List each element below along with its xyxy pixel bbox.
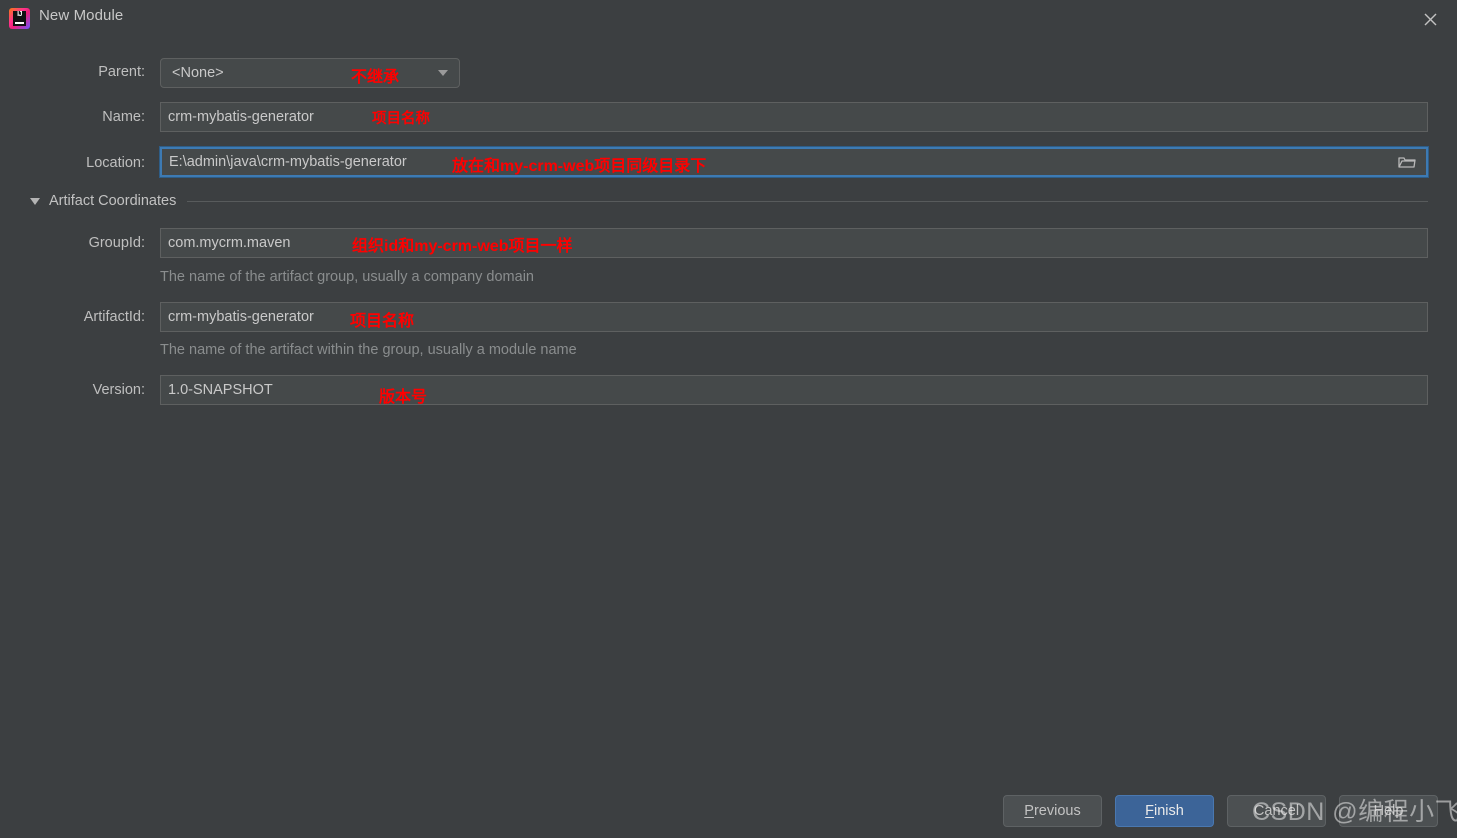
- title-bar: IJ New Module: [0, 0, 1457, 36]
- groupid-label: GroupId:: [88, 235, 145, 251]
- previous-button-label: Previous: [1024, 803, 1081, 819]
- parent-dropdown[interactable]: <None>: [160, 58, 460, 88]
- artifact-coordinates-section[interactable]: Artifact Coordinates: [30, 193, 1428, 209]
- window-title: New Module: [39, 7, 124, 24]
- cancel-button-label: Cancel: [1253, 803, 1300, 819]
- location-label: Location:: [86, 155, 145, 171]
- artifactid-input[interactable]: crm-mybatis-generator: [160, 302, 1428, 332]
- folder-icon[interactable]: [1398, 155, 1416, 169]
- location-value: E:\admin\java\crm-mybatis-generator: [169, 154, 407, 170]
- intellij-idea-icon: IJ: [9, 8, 30, 29]
- finish-button[interactable]: Finish: [1115, 795, 1214, 827]
- location-input[interactable]: E:\admin\java\crm-mybatis-generator: [159, 146, 1429, 178]
- chevron-down-icon: [438, 70, 448, 76]
- cancel-button[interactable]: Cancel: [1227, 795, 1326, 827]
- artifactid-hint: The name of the artifact within the grou…: [160, 342, 577, 358]
- version-label: Version:: [92, 382, 145, 398]
- parent-label: Parent:: [98, 64, 145, 80]
- name-label: Name:: [102, 109, 145, 125]
- close-icon[interactable]: [1419, 8, 1441, 30]
- version-input[interactable]: 1.0-SNAPSHOT: [160, 375, 1428, 405]
- finish-button-label: Finish: [1145, 803, 1184, 819]
- folder-glyph: [1398, 157, 1416, 168]
- name-value: crm-mybatis-generator: [168, 109, 314, 125]
- groupid-hint: The name of the artifact group, usually …: [160, 269, 534, 285]
- help-button[interactable]: Help: [1339, 795, 1438, 827]
- artifactid-label: ArtifactId:: [83, 309, 145, 325]
- groupid-value: com.mycrm.maven: [168, 235, 291, 251]
- help-button-label: Help: [1373, 803, 1404, 819]
- previous-button[interactable]: Previous: [1003, 795, 1102, 827]
- close-glyph: [1424, 13, 1436, 25]
- version-value: 1.0-SNAPSHOT: [168, 382, 273, 398]
- section-divider: [187, 200, 1428, 202]
- triangle-down-icon[interactable]: [30, 197, 40, 205]
- parent-value: <None>: [172, 65, 224, 81]
- groupid-input[interactable]: com.mycrm.maven: [160, 228, 1428, 258]
- artifact-coordinates-title: Artifact Coordinates: [49, 193, 177, 209]
- artifactid-value: crm-mybatis-generator: [168, 309, 314, 325]
- name-input[interactable]: crm-mybatis-generator: [160, 102, 1428, 132]
